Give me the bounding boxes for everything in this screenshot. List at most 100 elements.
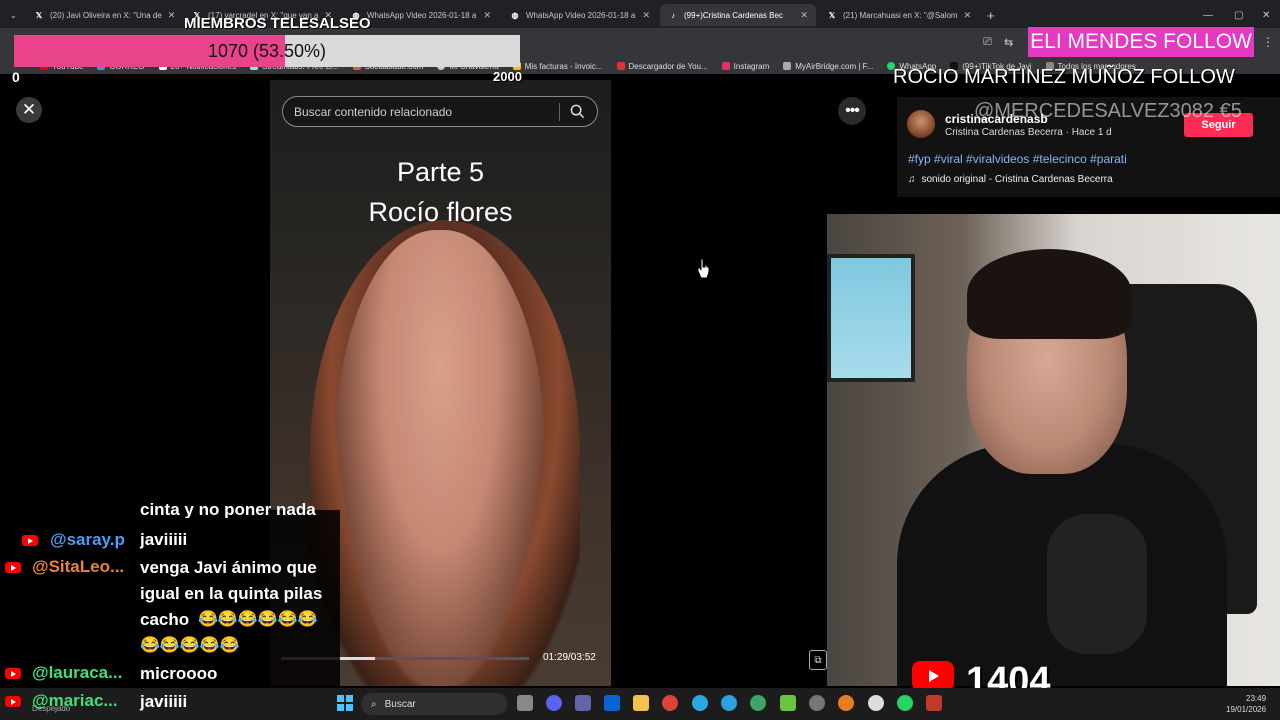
translate-icon[interactable]: ⇆	[1004, 36, 1013, 49]
close-icon[interactable]: ✕	[483, 10, 491, 21]
taskbar-search[interactable]: ⌕ Buscar	[361, 693, 507, 715]
tab-3[interactable]: ◍ WhatsApp Video 2026-01-18 a ✕	[502, 4, 658, 26]
app-icon[interactable]	[926, 695, 942, 711]
globe-icon[interactable]	[750, 695, 766, 711]
tab-5[interactable]: 𝕏 (21) Marcahuasi en X: "@Salom ✕	[819, 4, 975, 26]
close-icon[interactable]: ✕	[964, 10, 972, 21]
tab-search-button[interactable]: ⌄	[2, 4, 24, 26]
search-placeholder: Buscar contenido relacionado	[294, 104, 453, 119]
bookmark-myairbridge[interactable]: MyAirBridge.com | F...	[783, 62, 873, 71]
bookmark-label: Instagram	[733, 61, 770, 71]
clock-date: 19/01/2026	[1226, 705, 1267, 714]
kebab-menu-icon[interactable]: ⋮	[1262, 35, 1274, 49]
youtube-icon	[5, 696, 21, 707]
video-caption-line2: Rocío flores	[368, 197, 513, 227]
new-tab-button[interactable]: +	[979, 4, 999, 26]
side-panel-button[interactable]: ⧉	[809, 650, 827, 670]
avatar[interactable]	[907, 110, 935, 138]
close-button[interactable]: ✕	[16, 97, 42, 123]
live-chat: cinta y no poner nada @saray.p javiiiii …	[0, 502, 340, 686]
file-explorer-icon[interactable]	[633, 695, 649, 711]
bookmark-label: Mis facturas - Invoic...	[524, 61, 603, 71]
search-icon: ⌕	[371, 698, 377, 710]
tab-4[interactable]: ♪ (99+)Cristina Cardenas Bec ✕	[660, 4, 816, 26]
close-icon[interactable]: ✕	[800, 10, 808, 21]
members-goal-title: MIEMBROS TELESALSEO	[184, 15, 371, 32]
telegram-icon[interactable]	[721, 695, 737, 711]
hand-cursor-icon	[697, 258, 711, 285]
chat-emojis: 😂😂😂😂😂😂	[198, 611, 318, 628]
task-view-icon[interactable]	[517, 695, 533, 711]
video-caption-line1: Parte 5	[396, 157, 485, 187]
search-icon[interactable]	[570, 104, 585, 122]
minimize-button[interactable]: —	[1195, 4, 1215, 26]
clock-time: 23:49	[1246, 694, 1267, 703]
bookmark-instagram[interactable]: Instagram	[721, 61, 770, 71]
tab-0[interactable]: 𝕏 (20) Javi Oliveira en X: "Una de ✕	[26, 4, 182, 26]
discord-icon[interactable]	[546, 695, 562, 711]
window-close-button[interactable]: ✕	[1254, 4, 1274, 26]
globe-icon: ◍	[511, 10, 519, 20]
sound-label: sonido original - Cristina Cardenas Bece…	[921, 174, 1113, 185]
video-subject-face	[335, 230, 545, 686]
taskbar-search-label: Buscar	[384, 698, 416, 710]
bookmark-label: MyAirBridge.com | F...	[795, 61, 874, 71]
chrome-icon[interactable]	[662, 695, 678, 711]
bookmark-descargador[interactable]: Descargador de You...	[616, 61, 708, 71]
plus-icon: +	[987, 7, 995, 23]
youtube-icon	[22, 535, 38, 546]
video-hashtags[interactable]: #fyp #viral #viralvideos #telecinco #par…	[908, 152, 1127, 166]
bookmark-facturas[interactable]: Mis facturas - Invoic...	[512, 61, 603, 71]
app-icon[interactable]	[780, 695, 796, 711]
more-icon: •••	[845, 102, 860, 119]
close-icon[interactable]: ✕	[642, 10, 650, 21]
microphone	[1047, 514, 1147, 654]
tab-title: (21) Marcahuasi en X: "@Salom	[843, 10, 958, 20]
members-goal-min: 0	[12, 69, 20, 85]
app-icon[interactable]	[838, 695, 854, 711]
tiktok-icon: ♪	[671, 10, 675, 20]
edge-icon[interactable]	[692, 695, 708, 711]
cast-icon[interactable]: ⎚	[983, 36, 992, 49]
chat-emojis: 😂😂😂😂😂	[140, 637, 240, 654]
x-logo-icon: 𝕏	[35, 10, 43, 20]
follow-alert: ELI MENDES FOLLOW	[1028, 27, 1254, 57]
tab-title: (99+)Cristina Cardenas Bec	[684, 10, 783, 20]
more-options-button[interactable]: •••	[838, 97, 866, 125]
bookmark-label: Descargador de You...	[628, 61, 708, 71]
chat-message: javiiiii	[140, 530, 188, 549]
search-divider	[559, 103, 560, 121]
streamer-hair	[967, 249, 1132, 339]
youtube-icon	[912, 661, 954, 691]
video-sound[interactable]: ♫ sonido original - Cristina Cardenas Be…	[908, 174, 1113, 185]
tab-title: WhatsApp Video 2026-01-18 a	[367, 10, 477, 20]
chat-username: @lauraca...	[32, 663, 123, 682]
youtube-icon	[5, 668, 21, 679]
outlook-icon[interactable]	[604, 695, 620, 711]
chat-username: @mariac...	[32, 691, 118, 710]
close-icon[interactable]: ✕	[168, 10, 176, 21]
teams-icon[interactable]	[575, 695, 591, 711]
obs-icon[interactable]	[809, 695, 825, 711]
video-time: 01:29/03:52	[543, 652, 596, 663]
maximize-button[interactable]: ▢	[1226, 4, 1246, 26]
tab-title: (20) Javi Oliveira en X: "Una de	[50, 10, 162, 20]
download-icon	[616, 62, 625, 70]
tab-title: WhatsApp Video 2026-01-18 a	[526, 10, 636, 20]
app-icon[interactable]	[868, 695, 884, 711]
related-search-input[interactable]: Buscar contenido relacionado	[282, 96, 598, 127]
chat-username: @SitaLeo...	[32, 557, 125, 576]
maximize-icon: ▢	[1234, 9, 1244, 21]
instagram-icon	[721, 62, 730, 70]
members-goal-text: 1070 (53.50%)	[207, 41, 327, 61]
minimize-icon: —	[1203, 9, 1213, 21]
taskbar-clock[interactable]: 23:49 19/01/2026	[1226, 693, 1266, 715]
donation-ticker: @MERCEDESALVEZ3082 €5	[974, 100, 1242, 122]
chat-message: microooo	[140, 664, 218, 683]
background-monitor	[827, 254, 915, 382]
chat-username: @saray.p	[50, 530, 125, 549]
chat-message: javiiiii	[140, 692, 188, 711]
windows-start-icon[interactable]	[337, 695, 353, 711]
cloud-icon	[783, 62, 792, 70]
whatsapp-icon[interactable]	[897, 695, 913, 711]
